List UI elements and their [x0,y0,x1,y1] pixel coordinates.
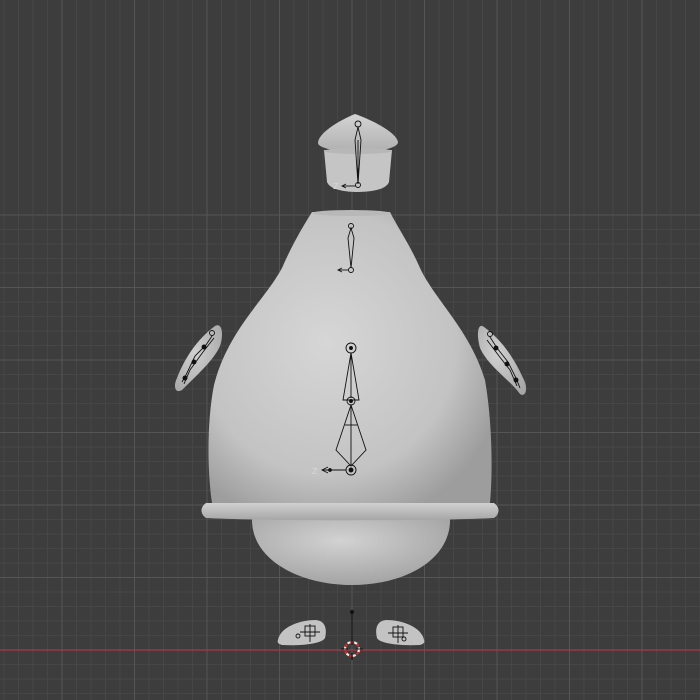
bone-root[interactable] [350,610,354,642]
left-foot-mesh[interactable] [277,620,326,646]
belly-mesh[interactable] [251,517,451,585]
body-bone-axis-label: Z [312,467,318,476]
body-top-opening [312,210,390,216]
body-rim[interactable] [201,503,499,521]
viewport-canvas[interactable]: Z Z [0,0,700,700]
hat-bone-axis-label: Z [333,182,339,191]
3d-viewport[interactable]: Z Z [0,0,700,700]
